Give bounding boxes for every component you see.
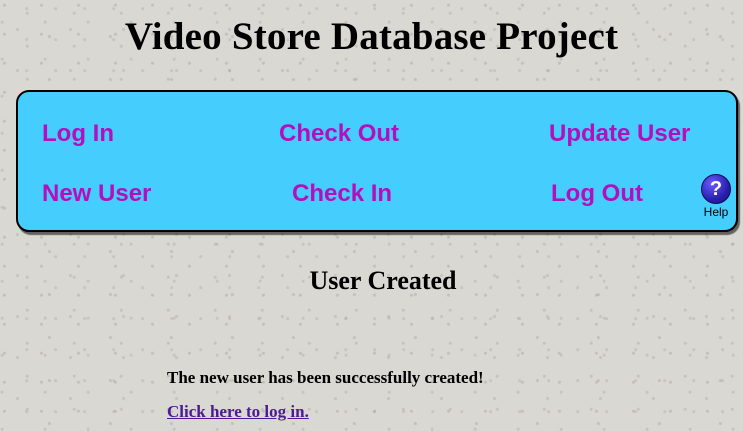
nav-link-new-user[interactable]: New User: [42, 180, 151, 208]
nav-link-log-out[interactable]: Log Out: [551, 180, 643, 208]
help-button[interactable]: ? Help: [698, 174, 734, 224]
help-icon[interactable]: ?: [701, 174, 731, 204]
nav-link-update-user[interactable]: Update User: [549, 120, 690, 148]
nav-link-log-in[interactable]: Log In: [42, 120, 114, 148]
navigation-panel: Log In Check Out Update User New User Ch…: [16, 90, 738, 232]
login-link[interactable]: Click here to log in.: [167, 402, 309, 422]
help-label[interactable]: Help: [698, 206, 734, 219]
page-title: Video Store Database Project: [124, 15, 619, 58]
nav-link-check-out[interactable]: Check Out: [279, 120, 399, 148]
section-heading: User Created: [309, 266, 457, 295]
nav-link-check-in[interactable]: Check In: [292, 180, 392, 208]
success-message: The new user has been successfully creat…: [167, 368, 484, 387]
